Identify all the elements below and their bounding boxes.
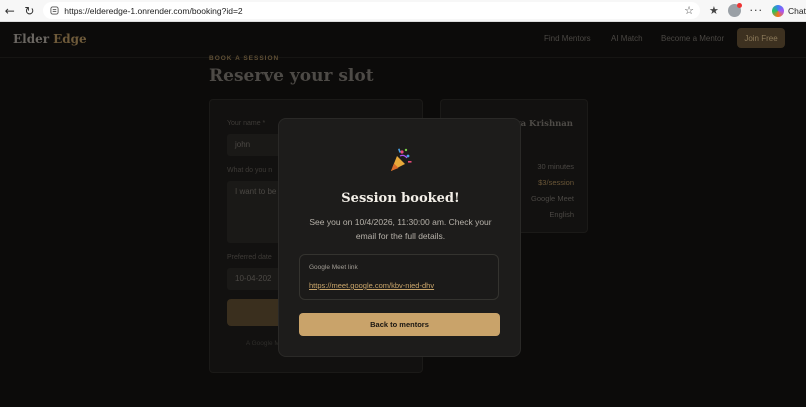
site-header: Elder Edge Find Mentors AI Match Become a… bbox=[0, 22, 806, 58]
url-text: https://elderedge-1.onrender.com/booking… bbox=[64, 5, 243, 16]
copilot-logo-icon bbox=[772, 4, 785, 17]
date-label: Preferred date bbox=[227, 254, 272, 261]
brand-word-1: Elder bbox=[13, 32, 50, 46]
chat-label: Chat bbox=[788, 5, 806, 16]
page-title: Reserve your slot bbox=[209, 66, 374, 86]
profile-avatar-icon[interactable] bbox=[727, 3, 742, 17]
modal-message: See you on 10/4/2026, 11:30:00 am. Check… bbox=[309, 217, 492, 241]
reload-icon[interactable]: ↻ bbox=[22, 3, 38, 19]
back-to-mentors-button[interactable]: Back to mentors bbox=[299, 313, 500, 336]
meet-link[interactable]: https://meet.google.com/kbv-nied-dhv bbox=[309, 281, 434, 290]
nav-ai-match[interactable]: AI Match bbox=[611, 34, 643, 43]
booking-success-modal: Session booked! See you on 10/4/2026, 11… bbox=[278, 118, 521, 357]
browser-toolbar: ← ↻ https://elderedge-1.onrender.com/boo… bbox=[0, 0, 806, 22]
session-language: English bbox=[549, 210, 574, 219]
favorites-icon[interactable]: ★ bbox=[709, 4, 719, 17]
copilot-chat-button[interactable]: Chat bbox=[772, 4, 806, 17]
topic-label: What do you n bbox=[227, 167, 273, 174]
session-price: $3/session bbox=[538, 178, 574, 187]
nav-find-mentors[interactable]: Find Mentors bbox=[544, 34, 591, 43]
meet-link-box: Google Meet link https://meet.google.com… bbox=[299, 254, 499, 300]
site-info-icon[interactable] bbox=[49, 6, 59, 16]
nav-become-mentor[interactable]: Become a Mentor bbox=[661, 34, 724, 43]
section-eyebrow: BOOK A SESSION bbox=[209, 55, 280, 62]
name-label: Your name * bbox=[227, 120, 266, 127]
mentor-name: ya Krishnan bbox=[515, 119, 573, 129]
brand-word-2: Edge bbox=[53, 32, 87, 46]
page: Elder Edge Find Mentors AI Match Become a… bbox=[0, 22, 806, 407]
back-arrow-icon[interactable]: ← bbox=[2, 3, 18, 19]
party-popper-icon bbox=[391, 148, 412, 171]
meet-link-label: Google Meet link bbox=[309, 264, 358, 271]
session-duration: 30 minutes bbox=[537, 162, 574, 171]
favorite-star-icon[interactable]: ☆ bbox=[684, 4, 694, 17]
more-menu-icon[interactable]: ··· bbox=[750, 4, 764, 17]
brand-logo[interactable]: Elder Edge bbox=[13, 32, 87, 46]
session-platform: Google Meet bbox=[531, 194, 574, 203]
address-bar[interactable]: https://elderedge-1.onrender.com/booking… bbox=[43, 2, 700, 19]
join-free-button[interactable]: Join Free bbox=[737, 28, 785, 48]
modal-title: Session booked! bbox=[341, 191, 460, 206]
